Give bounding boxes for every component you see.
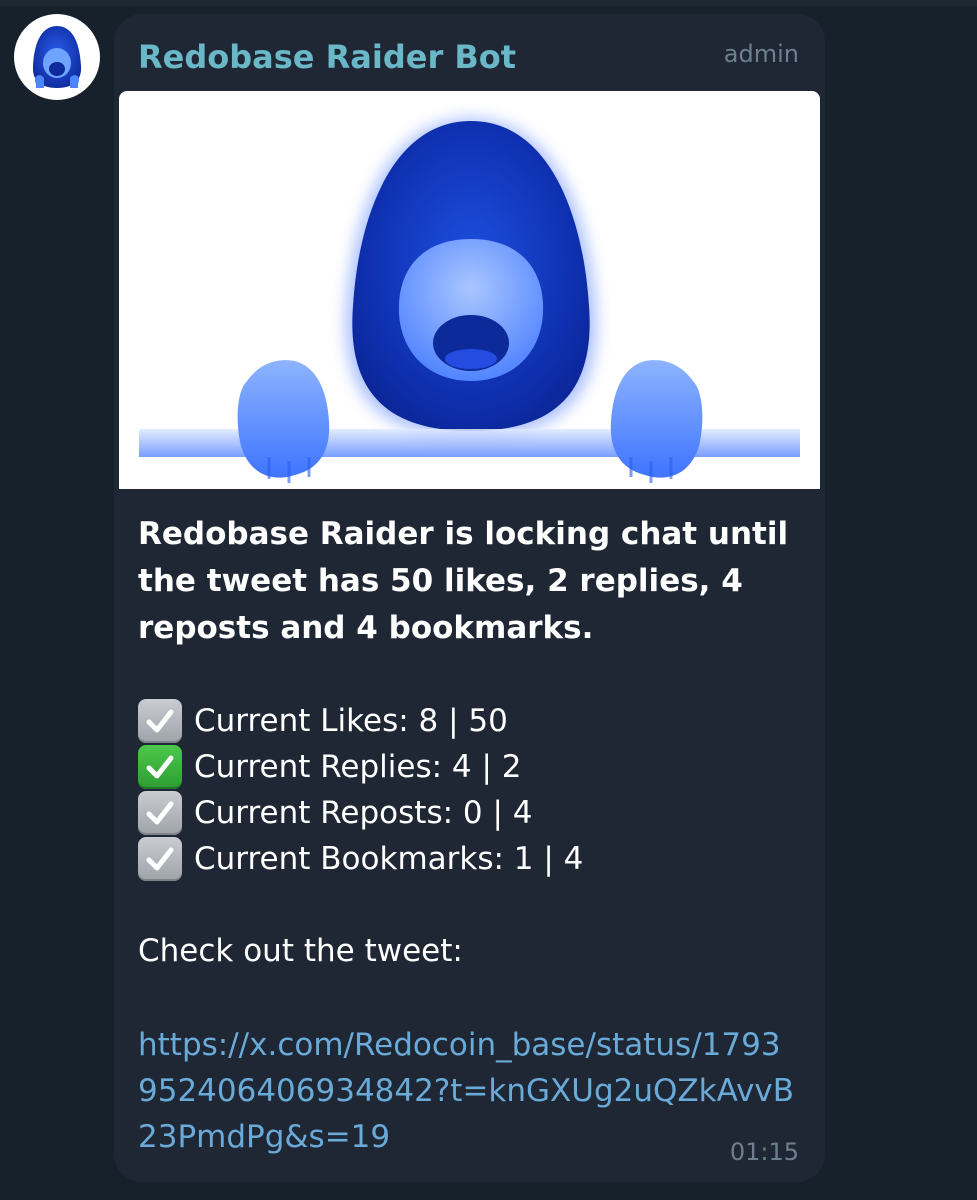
check-box-green-icon xyxy=(138,745,182,789)
bot-avatar[interactable] xyxy=(14,14,100,100)
message-body: Redobase Raider is locking chat until th… xyxy=(138,511,803,1160)
stat-label: Current Reposts: 0 | 4 xyxy=(194,795,533,831)
stats-list: Current Likes: 8 | 50 Current Replies: 4… xyxy=(138,698,803,882)
admin-badge: admin xyxy=(723,40,799,68)
stat-label: Current Bookmarks: 1 | 4 xyxy=(194,841,584,877)
stat-label: Current Likes: 8 | 50 xyxy=(194,703,508,739)
chat-view: Redobase Raider Bot admin Redobase Raide… xyxy=(0,0,977,1200)
stat-bookmarks: Current Bookmarks: 1 | 4 xyxy=(138,836,803,882)
stat-replies: Current Replies: 4 | 2 xyxy=(138,744,803,790)
stat-reposts: Current Reposts: 0 | 4 xyxy=(138,790,803,836)
lock-announcement: Redobase Raider is locking chat until th… xyxy=(138,516,789,646)
check-box-grey-icon xyxy=(138,699,182,743)
hooded-mascot-icon xyxy=(32,26,82,88)
top-edge xyxy=(0,0,977,6)
stat-likes: Current Likes: 8 | 50 xyxy=(138,698,803,744)
sender-name[interactable]: Redobase Raider Bot xyxy=(138,38,516,76)
check-box-grey-icon xyxy=(138,837,182,881)
check-box-grey-icon xyxy=(138,791,182,835)
stat-label: Current Replies: 4 | 2 xyxy=(194,749,522,785)
message-image[interactable] xyxy=(119,91,820,489)
message-bubble: Redobase Raider Bot admin Redobase Raide… xyxy=(114,14,825,1182)
cta-text: Check out the tweet: xyxy=(138,933,463,969)
hooded-raider-mascot-image xyxy=(119,119,820,489)
tweet-link[interactable]: https://x.com/Redocoin_base/status/17939… xyxy=(138,1022,798,1160)
message-time: 01:15 xyxy=(729,1138,799,1166)
